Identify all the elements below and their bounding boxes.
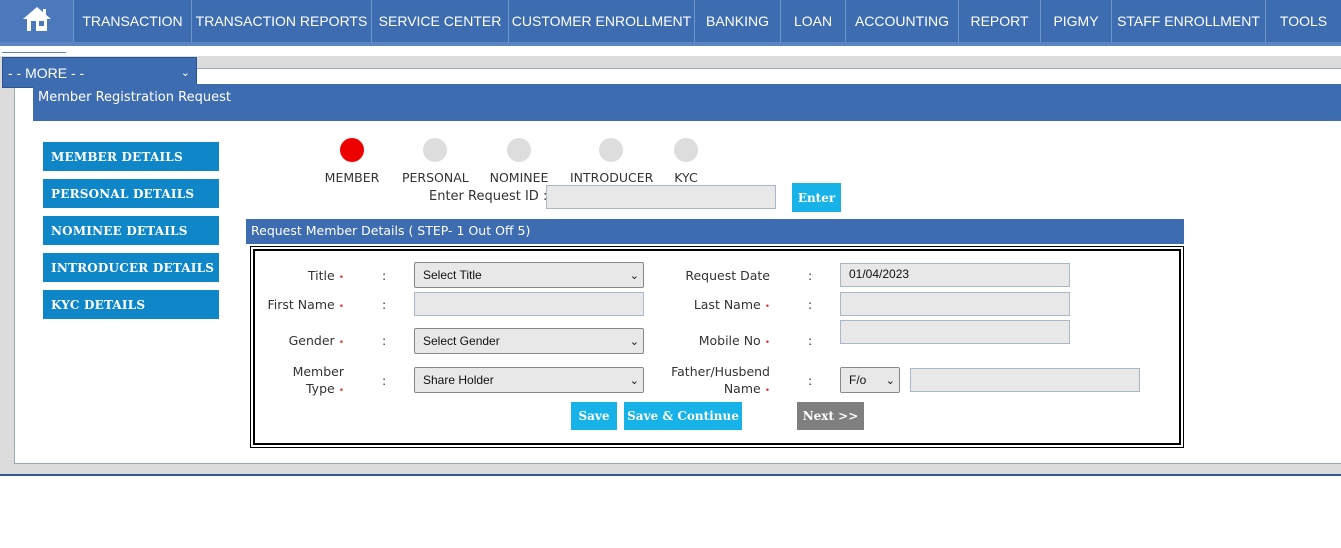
member-type-select-value: Share Holder xyxy=(423,373,494,387)
last-name-label: Last Name • xyxy=(660,296,770,316)
colon: : xyxy=(808,373,813,388)
title-select-value: Select Title xyxy=(423,268,482,282)
request-id-input[interactable] xyxy=(546,185,776,209)
step-nominee[interactable]: NOMINEE xyxy=(488,138,550,185)
nav-staff-enrollment[interactable]: STAFF ENROLLMENT xyxy=(1112,0,1266,42)
home-button[interactable] xyxy=(0,0,74,42)
step-introducer[interactable]: INTRODUCER xyxy=(570,138,654,185)
colon: : xyxy=(808,268,813,283)
colon: : xyxy=(382,333,387,348)
sidebar-item-personal-details[interactable]: PERSONAL DETAILS xyxy=(43,179,219,208)
nav-transaction-reports[interactable]: TRANSACTION REPORTS xyxy=(192,0,372,42)
relation-select-value: F/o xyxy=(849,373,867,387)
gender-select-value: Select Gender xyxy=(423,334,500,348)
more-select-value: - - MORE - - xyxy=(8,64,85,81)
chevron-down-icon: ⌄ xyxy=(629,374,639,387)
father-husband-label: Father/Husbend Name • xyxy=(660,363,770,400)
required-mark: • xyxy=(338,386,344,396)
member-type-label-line1: Member xyxy=(292,364,344,379)
relation-select[interactable]: F/o ⌄ xyxy=(840,367,900,393)
first-name-label: First Name • xyxy=(260,296,344,316)
step-kyc[interactable]: KYC xyxy=(670,138,702,185)
last-name-label-text: Last Name xyxy=(693,297,761,312)
sidebar-item-kyc-details[interactable]: KYC DETAILS xyxy=(43,290,219,319)
required-mark: • xyxy=(338,338,344,348)
step-label: INTRODUCER xyxy=(570,170,654,185)
step-indicator-active xyxy=(340,138,364,162)
colon: : xyxy=(382,268,387,283)
last-name-input[interactable] xyxy=(840,292,1070,316)
top-nav: TRANSACTION TRANSACTION REPORTS SERVICE … xyxy=(0,0,1341,46)
step-label: PERSONAL xyxy=(402,170,469,185)
sidebar-item-member-details[interactable]: MEMBER DETAILS xyxy=(43,142,219,171)
nav-tools[interactable]: TOOLS xyxy=(1266,0,1341,42)
required-mark: • xyxy=(764,386,770,396)
gender-select[interactable]: Select Gender ⌄ xyxy=(414,328,644,354)
father-husband-label-line1: Father/Husbend xyxy=(671,364,770,379)
member-type-label: Member Type • xyxy=(270,363,344,400)
father-husband-label-line2: Name xyxy=(723,381,761,396)
request-id-label: Enter Request ID : xyxy=(429,189,548,204)
request-date-field[interactable]: 01/04/2023 xyxy=(840,263,1070,287)
enter-button[interactable]: Enter xyxy=(792,183,841,212)
father-husband-name-input[interactable] xyxy=(910,368,1140,392)
nav-report[interactable]: REPORT xyxy=(959,0,1041,42)
required-mark: • xyxy=(764,302,770,312)
mobile-no-label-text: Mobile No xyxy=(698,333,761,348)
colon: : xyxy=(382,373,387,388)
step-member[interactable]: MEMBER xyxy=(322,138,382,185)
nav-pigmy[interactable]: PIGMY xyxy=(1041,0,1112,42)
chevron-down-icon: ⌄ xyxy=(629,269,639,282)
step-indicator xyxy=(423,138,447,162)
first-name-label-text: First Name xyxy=(267,297,335,312)
colon: : xyxy=(808,297,813,312)
save-continue-button[interactable]: Save & Continue xyxy=(624,402,742,430)
sidebar-item-nominee-details[interactable]: NOMINEE DETAILS xyxy=(43,216,219,245)
home-icon xyxy=(21,5,53,37)
nav-service-center[interactable]: SERVICE CENTER xyxy=(372,0,509,42)
step-label: MEMBER xyxy=(324,170,380,185)
request-date-label: Request Date xyxy=(685,268,770,283)
section-title: Request Member Details ( STEP- 1 Out Off… xyxy=(246,219,1184,244)
step-label: NOMINEE xyxy=(489,170,549,185)
gender-label: Gender • xyxy=(270,332,344,352)
save-button[interactable]: Save xyxy=(571,402,617,430)
member-type-label-line2: Type xyxy=(305,381,335,396)
step-indicator xyxy=(507,138,531,162)
nav-transaction[interactable]: TRANSACTION xyxy=(74,0,192,42)
gender-label-text: Gender xyxy=(288,333,335,348)
first-name-input[interactable] xyxy=(414,292,644,316)
required-mark: • xyxy=(338,302,344,312)
title-label: Title • xyxy=(270,267,344,287)
mobile-no-label: Mobile No • xyxy=(660,332,770,352)
nav-customer-enrollment[interactable]: CUSTOMER ENROLLMENT xyxy=(509,0,695,42)
step-indicator xyxy=(599,138,623,162)
sidebar-item-introducer-details[interactable]: INTRODUCER DETAILS xyxy=(43,253,219,282)
page-title: Member Registration Request xyxy=(33,84,1341,121)
title-select[interactable]: Select Title ⌄ xyxy=(414,262,644,288)
divider xyxy=(2,52,66,53)
nav-loan[interactable]: LOAN xyxy=(781,0,846,42)
colon: : xyxy=(382,297,387,312)
mobile-no-input[interactable] xyxy=(840,320,1070,344)
required-mark: • xyxy=(764,338,770,348)
step-personal[interactable]: PERSONAL xyxy=(402,138,469,185)
chevron-down-icon: ⌄ xyxy=(180,67,190,79)
next-button[interactable]: Next >> xyxy=(797,402,864,430)
step-label: KYC xyxy=(674,170,698,185)
chevron-down-icon: ⌄ xyxy=(885,374,895,387)
colon: : xyxy=(808,333,813,348)
member-type-select[interactable]: Share Holder ⌄ xyxy=(414,367,644,393)
nav-banking[interactable]: BANKING xyxy=(695,0,781,42)
title-label-text: Title xyxy=(307,268,335,283)
step-indicator xyxy=(674,138,698,162)
chevron-down-icon: ⌄ xyxy=(629,335,639,348)
nav-accounting[interactable]: ACCOUNTING xyxy=(846,0,959,42)
required-mark: • xyxy=(338,273,344,283)
